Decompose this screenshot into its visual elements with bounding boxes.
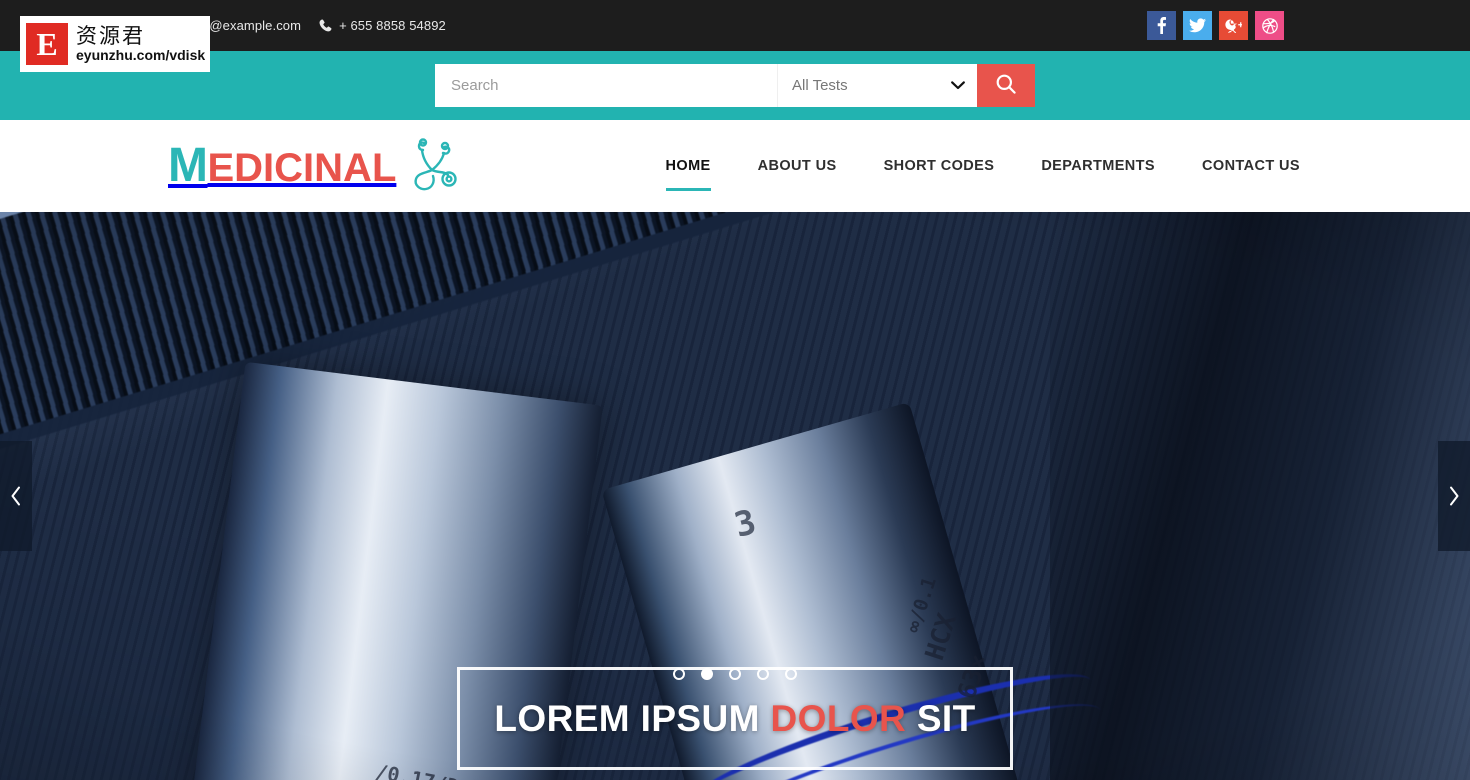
hero-title-accent: DOLOR	[770, 697, 907, 739]
nav-item-label: SHORT CODES	[883, 158, 995, 174]
nav-item-label: ABOUT US	[757, 158, 837, 174]
phone-icon	[319, 19, 332, 32]
hero-caption-box: LOREM IPSUM DOLOR SIT	[457, 667, 1013, 770]
hero-title-part-2: SIT	[906, 697, 976, 739]
nav-item-label: DEPARTMENTS	[1041, 158, 1156, 174]
slider-dot-5[interactable]	[785, 668, 797, 680]
chevron-right-icon	[1448, 486, 1460, 506]
main-navigation: HOME ABOUT US SHORT CODES DEPARTMENTS CO…	[665, 120, 1300, 212]
hero-title-part-1: LOREM IPSUM	[494, 697, 771, 739]
nav-item-departments[interactable]: DEPARTMENTS	[1041, 120, 1155, 212]
topbar-contact-group: info@example.com + 655 8858 54892	[166, 18, 1147, 33]
nav-item-label: CONTACT US	[1202, 158, 1300, 174]
slider-dots	[673, 668, 797, 680]
search-group: All Tests	[435, 64, 1035, 107]
social-google-plus-icon[interactable]	[1219, 11, 1248, 40]
slider-dot-1[interactable]	[673, 668, 685, 680]
chevron-left-icon	[10, 486, 22, 506]
social-facebook-icon[interactable]	[1147, 11, 1176, 40]
slider-prev-button[interactable]	[0, 441, 32, 551]
search-input[interactable]	[435, 64, 777, 107]
watermark-logo-icon: E	[26, 23, 68, 65]
nav-item-label: HOME	[665, 158, 711, 174]
nav-item-contact-us[interactable]: CONTACT US	[1202, 120, 1300, 212]
logo-wordmark: M EDICINAL	[168, 142, 396, 190]
hero-slider: 3 /0.17/D N PLAN 20X/0.40 ∞/0.1 HCX 63× …	[0, 212, 1470, 780]
top-bar: info@example.com + 655 8858 54892	[0, 0, 1470, 51]
slider-dot-3[interactable]	[729, 668, 741, 680]
slider-next-button[interactable]	[1438, 441, 1470, 551]
stethoscope-icon	[404, 137, 460, 195]
slider-dot-4[interactable]	[757, 668, 769, 680]
watermark-overlay: E 资源君 eyunzhu.com/vdisk	[20, 16, 210, 72]
logo-first-letter: M	[168, 139, 208, 192]
nav-item-about-us[interactable]: ABOUT US	[758, 120, 837, 212]
site-logo[interactable]: M EDICINAL	[168, 137, 460, 195]
site-header: M EDICINAL HOME ABOUT US SHORT CODES DEP…	[0, 120, 1470, 212]
hero-title: LOREM IPSUM DOLOR SIT	[494, 698, 975, 740]
watermark-logo-letter: E	[29, 26, 65, 62]
slider-dot-2[interactable]	[701, 668, 713, 680]
social-dribbble-icon[interactable]	[1255, 11, 1284, 40]
search-category-wrap: All Tests	[777, 64, 977, 107]
search-bar: All Tests	[0, 51, 1470, 120]
social-links	[1147, 11, 1284, 40]
contact-phone[interactable]: + 655 8858 54892	[319, 18, 446, 33]
search-category-select[interactable]: All Tests	[778, 64, 977, 107]
social-twitter-icon[interactable]	[1183, 11, 1212, 40]
contact-phone-text: + 655 8858 54892	[339, 18, 446, 33]
search-submit-button[interactable]	[977, 64, 1035, 107]
nav-item-short-codes[interactable]: SHORT CODES	[884, 120, 995, 212]
nav-item-home[interactable]: HOME	[665, 120, 711, 212]
watermark-url: eyunzhu.com/vdisk	[76, 46, 206, 63]
search-icon	[995, 73, 1017, 98]
watermark-chinese-text: 资源君	[76, 23, 145, 48]
logo-rest-text: EDICINAL	[207, 146, 397, 190]
watermark-texts: 资源君 eyunzhu.com/vdisk	[76, 25, 205, 63]
